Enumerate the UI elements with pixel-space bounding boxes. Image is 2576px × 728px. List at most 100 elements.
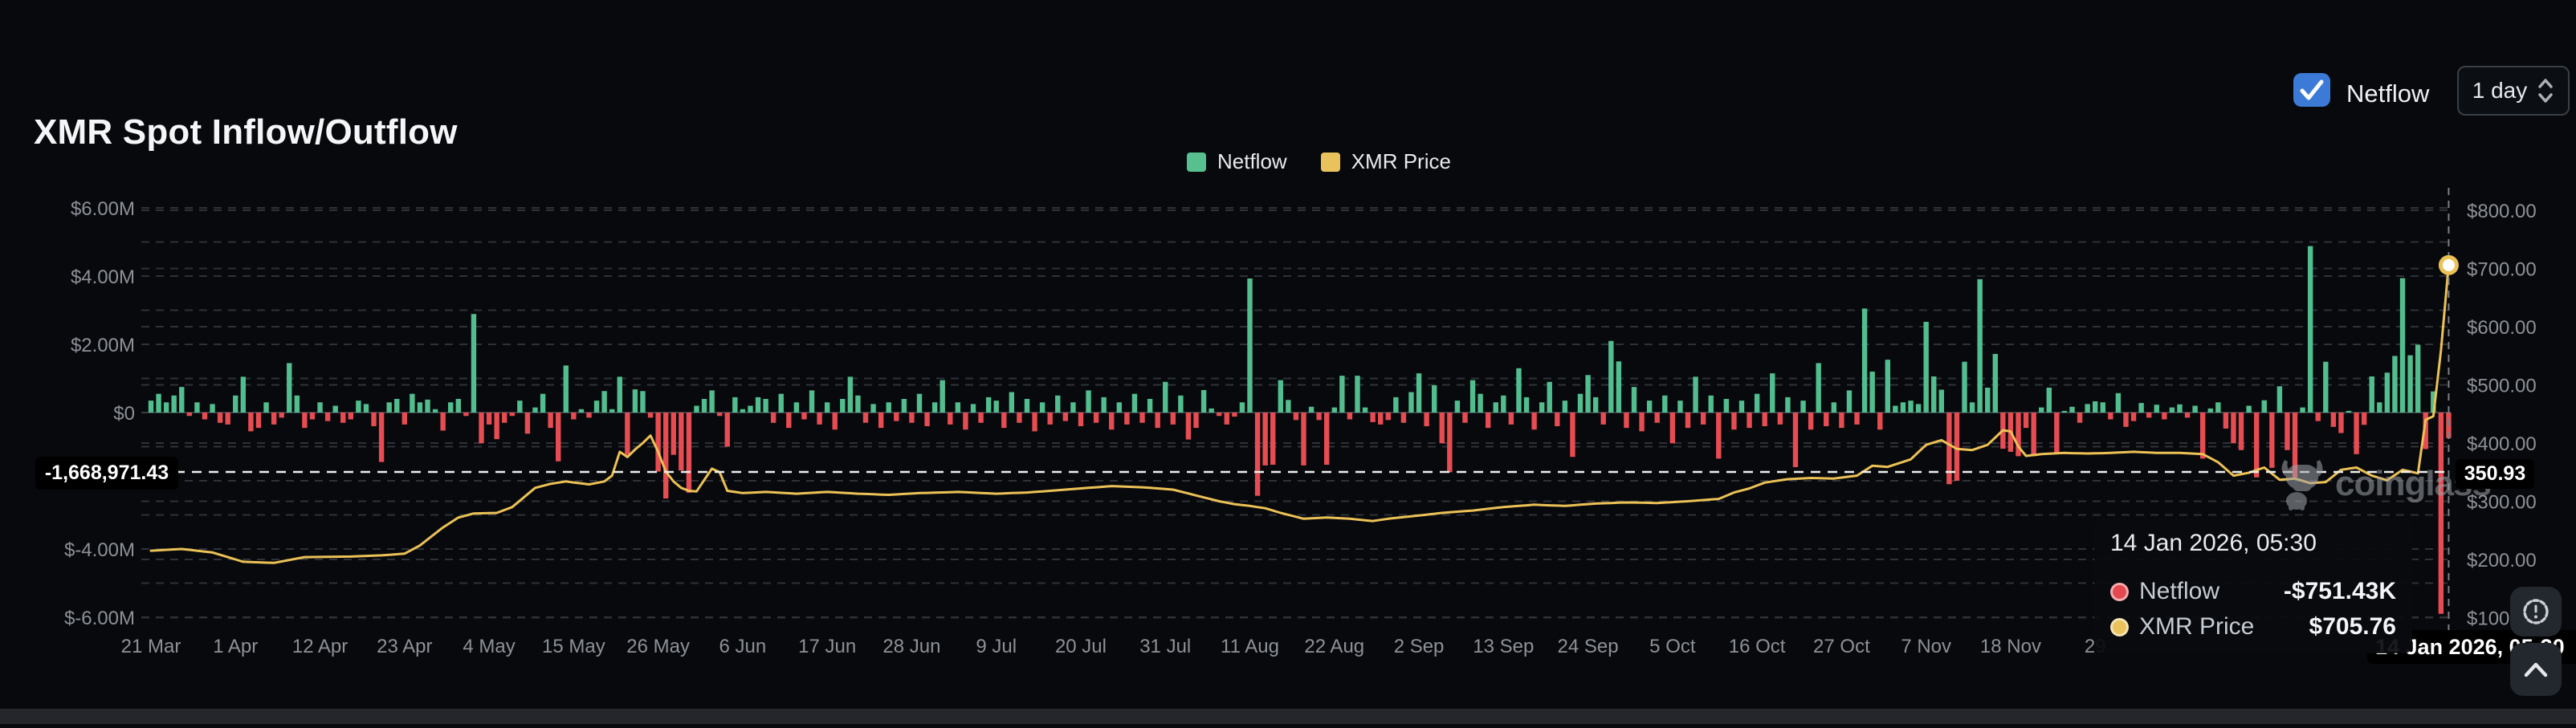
netflow-bar — [963, 413, 968, 429]
netflow-bar — [786, 413, 791, 428]
netflow-bar — [295, 396, 300, 413]
netflow-bar — [648, 413, 653, 417]
netflow-bar — [1424, 413, 1429, 426]
netflow-bar — [2277, 386, 2282, 413]
netflow-bar — [1494, 402, 1498, 413]
netflow-bar — [1025, 399, 1029, 413]
svg-text:$-4.00M: $-4.00M — [64, 539, 135, 561]
svg-text:27 Oct: 27 Oct — [1813, 636, 1870, 657]
svg-text:4 May: 4 May — [463, 636, 515, 657]
netflow-bar — [1209, 409, 1213, 413]
netflow-bar — [1217, 413, 1221, 416]
xmr-price-dot-icon — [2110, 618, 2129, 636]
netflow-bar — [1731, 413, 1736, 429]
netflow-bar — [364, 404, 369, 413]
netflow-bar — [848, 376, 853, 413]
netflow-bar — [1847, 390, 1852, 413]
netflow-bar — [1869, 372, 1874, 413]
svg-text:18 Nov: 18 Nov — [1980, 636, 2041, 657]
alert-button[interactable] — [2510, 587, 2562, 636]
netflow-bar — [1516, 368, 1521, 413]
netflow-bar — [887, 402, 891, 413]
netflow-bar — [771, 413, 776, 423]
netflow-bar — [1739, 401, 1744, 413]
netflow-bar — [1862, 308, 1867, 413]
netflow-bar — [448, 402, 453, 413]
netflow-bar — [194, 402, 199, 413]
svg-text:6 Jun: 6 Jun — [719, 636, 767, 657]
netflow-bar — [932, 402, 937, 413]
netflow-bar — [2346, 411, 2351, 413]
netflow-bar — [579, 409, 584, 413]
netflow-bar — [2308, 246, 2313, 413]
netflow-bar — [763, 399, 768, 413]
netflow-bar — [149, 401, 153, 413]
scroll-top-button[interactable] — [2510, 643, 2562, 696]
netflow-bar — [1132, 394, 1137, 413]
netflow-bar — [410, 394, 414, 413]
netflow-bar — [878, 413, 883, 428]
svg-text:31 Jul: 31 Jul — [1139, 636, 1191, 657]
netflow-bar — [948, 413, 952, 425]
netflow-bar — [732, 397, 737, 413]
netflow-bar — [1747, 413, 1751, 428]
netflow-bar — [2262, 401, 2267, 413]
netflow-bar — [2031, 413, 2036, 456]
netflow-bar — [1225, 413, 1229, 425]
netflow-bar — [540, 394, 545, 413]
netflow-bar — [2108, 413, 2113, 420]
netflow-bar — [2231, 413, 2236, 443]
netflow-bar — [2215, 402, 2220, 413]
netflow-bar — [1601, 413, 1606, 425]
netflow-bar — [1455, 401, 1460, 413]
netflow-bar — [248, 413, 253, 431]
netflow-bar — [2039, 408, 2044, 413]
netflow-bar — [1355, 376, 1359, 413]
netflow-bar — [863, 413, 868, 423]
netflow-bar — [1632, 387, 1636, 413]
netflow-bar — [1063, 413, 1068, 421]
netflow-bar — [2170, 408, 2175, 413]
svg-text:26 May: 26 May — [626, 636, 690, 657]
netflow-bar — [1378, 413, 1383, 425]
netflow-bar — [594, 401, 599, 413]
netflow-bar — [663, 413, 668, 498]
netflow-bar — [218, 413, 222, 423]
netflow-bar — [1117, 402, 1122, 413]
netflow-bar — [386, 402, 391, 413]
netflow-bar — [172, 396, 177, 413]
netflow-bar — [2192, 406, 2197, 413]
chevron-up-icon — [2521, 660, 2550, 679]
netflow-bar — [210, 404, 214, 413]
netflow-bar — [1977, 279, 1982, 413]
netflow-bar — [2069, 407, 2074, 413]
netflow-bar — [2138, 403, 2143, 413]
netflow-bar — [1447, 413, 1452, 472]
netflow-bar — [2338, 413, 2343, 433]
svg-text:$4.00M: $4.00M — [71, 266, 135, 288]
netflow-bar — [1047, 413, 1052, 425]
netflow-bar — [1139, 413, 1144, 423]
netflow-bar — [1808, 413, 1813, 429]
netflow-bar — [2062, 411, 2067, 413]
netflow-bar — [510, 413, 515, 416]
netflow-bar — [978, 413, 983, 423]
netflow-bar — [625, 413, 630, 455]
netflow-bar — [694, 406, 699, 413]
netflow-bar — [2093, 401, 2097, 413]
netflow-bar — [525, 413, 530, 433]
netflow-bar — [1255, 413, 1260, 496]
netflow-dot-icon — [2110, 583, 2129, 601]
netflow-bar — [2146, 413, 2151, 417]
netflow-bar — [1332, 408, 1337, 413]
netflow-bar — [2162, 413, 2166, 420]
netflow-bar — [1440, 413, 1445, 443]
netflow-bar — [271, 413, 276, 425]
netflow-bar — [1370, 413, 1375, 422]
netflow-bar — [1386, 413, 1391, 420]
svg-text:16 Oct: 16 Oct — [1729, 636, 1786, 657]
netflow-bar — [801, 413, 806, 420]
netflow-bar — [2331, 413, 2336, 427]
netflow-bar — [1716, 413, 1721, 458]
svg-text:23 Apr: 23 Apr — [377, 636, 432, 657]
